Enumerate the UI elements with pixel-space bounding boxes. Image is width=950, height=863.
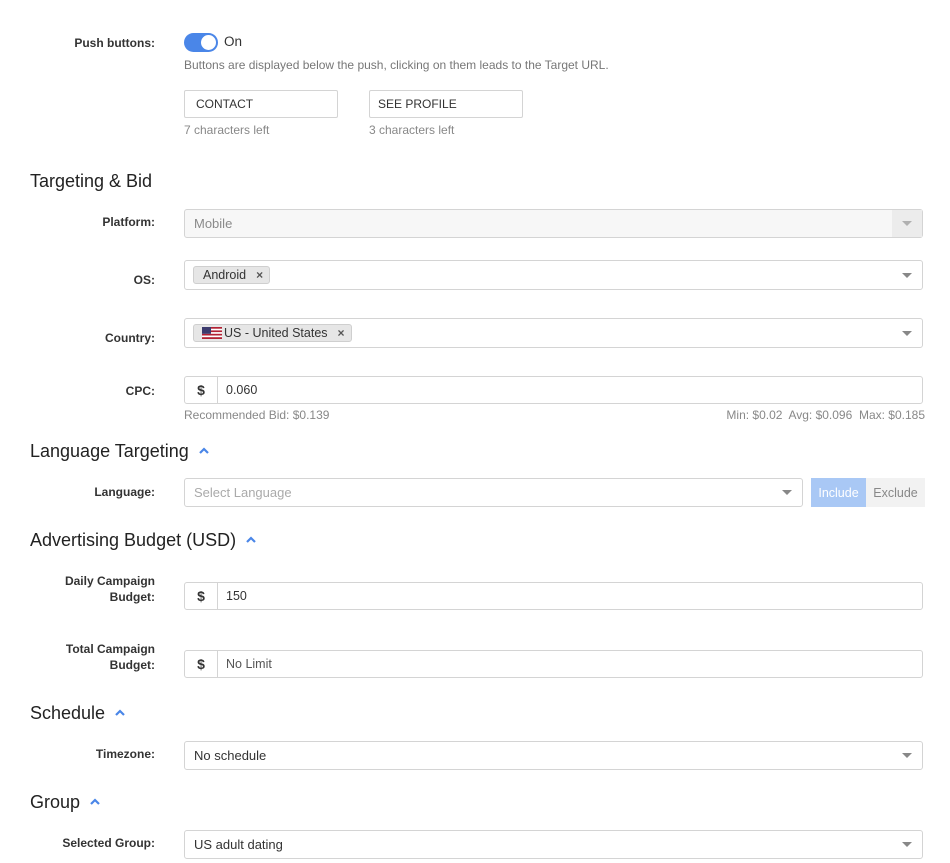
toggle-knob bbox=[201, 35, 216, 50]
exclude-button[interactable]: Exclude bbox=[866, 478, 925, 507]
chevron-down-icon bbox=[892, 319, 922, 347]
timezone-label: Timezone: bbox=[95, 747, 155, 761]
country-tag: US - United States × bbox=[193, 324, 352, 342]
total-budget-value: No Limit bbox=[226, 657, 272, 671]
push-button-2-input[interactable]: SEE PROFILE bbox=[369, 90, 523, 118]
us-flag-icon bbox=[202, 327, 222, 339]
timezone-value: No schedule bbox=[194, 748, 267, 763]
total-budget-input[interactable]: $ No Limit bbox=[184, 650, 923, 678]
bid-stats: Min: $0.02 Avg: $0.096 Max: $0.185 bbox=[726, 408, 925, 422]
cpc-value: 0.060 bbox=[226, 383, 258, 397]
country-label: Country: bbox=[105, 331, 155, 345]
push-buttons-toggle[interactable] bbox=[184, 33, 218, 52]
daily-budget-label: Daily Campaign Budget: bbox=[20, 573, 155, 605]
dollar-icon: $ bbox=[185, 377, 218, 403]
platform-value: Mobile bbox=[194, 216, 233, 231]
os-tag: Android × bbox=[193, 266, 271, 284]
daily-budget-input[interactable]: $ 150 bbox=[184, 582, 923, 610]
budget-title-text: Advertising Budget (USD) bbox=[30, 530, 237, 550]
language-select[interactable]: Select Language bbox=[184, 478, 803, 507]
recommended-bid: Recommended Bid: $0.139 bbox=[184, 408, 330, 422]
push-button-1-hint: 7 characters left bbox=[184, 123, 270, 137]
daily-budget-label-line1: Daily Campaign bbox=[64, 574, 155, 588]
daily-budget-value: 150 bbox=[226, 589, 247, 603]
total-budget-label: Total Campaign Budget: bbox=[20, 641, 155, 673]
push-button-1-input[interactable]: CONTACT bbox=[184, 90, 338, 118]
push-buttons-label: Push buttons: bbox=[74, 36, 155, 50]
push-button-2-value: SEE PROFILE bbox=[378, 97, 457, 111]
chevron-down-icon bbox=[892, 261, 922, 289]
toggle-state-label: On bbox=[224, 34, 243, 49]
cpc-label: CPC: bbox=[125, 384, 155, 398]
language-title-text: Language Targeting bbox=[30, 441, 189, 461]
chevron-up-icon[interactable] bbox=[197, 444, 211, 458]
chevron-up-icon[interactable] bbox=[244, 533, 258, 547]
os-label: OS: bbox=[133, 273, 155, 287]
daily-budget-label-line2: Budget: bbox=[109, 590, 155, 604]
platform-label: Platform: bbox=[102, 215, 155, 229]
targeting-title-text: Targeting & Bid bbox=[30, 171, 153, 191]
dollar-icon: $ bbox=[185, 583, 218, 609]
chevron-down-icon bbox=[892, 210, 922, 237]
group-title-text: Group bbox=[30, 792, 81, 812]
platform-select[interactable]: Mobile bbox=[184, 209, 923, 238]
dollar-icon: $ bbox=[185, 651, 218, 677]
chevron-up-icon[interactable] bbox=[88, 795, 102, 809]
push-button-1-value: CONTACT bbox=[196, 97, 254, 111]
remove-os-tag-icon[interactable]: × bbox=[256, 266, 263, 284]
group-section-title[interactable]: Group bbox=[30, 791, 102, 813]
language-section-title[interactable]: Language Targeting bbox=[30, 440, 211, 462]
push-button-2-hint: 3 characters left bbox=[369, 123, 455, 137]
os-select[interactable]: Android × bbox=[184, 260, 923, 290]
group-select[interactable]: US adult dating bbox=[184, 830, 923, 859]
remove-country-tag-icon[interactable]: × bbox=[338, 324, 345, 342]
push-buttons-description: Buttons are displayed below the push, cl… bbox=[184, 58, 609, 72]
os-tag-label: Android bbox=[203, 268, 247, 282]
language-placeholder: Select Language bbox=[194, 485, 292, 500]
cpc-input[interactable]: $ 0.060 bbox=[184, 376, 923, 404]
group-value: US adult dating bbox=[194, 837, 283, 852]
schedule-title-text: Schedule bbox=[30, 703, 106, 723]
total-budget-label-line1: Total Campaign bbox=[65, 642, 155, 656]
selected-group-label: Selected Group: bbox=[62, 836, 155, 850]
chevron-down-icon bbox=[772, 479, 802, 506]
budget-section-title[interactable]: Advertising Budget (USD) bbox=[30, 529, 258, 551]
timezone-select[interactable]: No schedule bbox=[184, 741, 923, 770]
country-tag-label: US - United States bbox=[224, 326, 328, 340]
total-budget-label-line2: Budget: bbox=[109, 658, 155, 672]
schedule-section-title[interactable]: Schedule bbox=[30, 702, 127, 724]
country-select[interactable]: US - United States × bbox=[184, 318, 923, 348]
chevron-down-icon bbox=[892, 831, 922, 858]
chevron-up-icon[interactable] bbox=[113, 706, 127, 720]
language-label: Language: bbox=[94, 485, 155, 499]
targeting-section-title: Targeting & Bid bbox=[30, 170, 152, 192]
chevron-down-icon bbox=[892, 742, 922, 769]
include-button[interactable]: Include bbox=[811, 478, 866, 507]
